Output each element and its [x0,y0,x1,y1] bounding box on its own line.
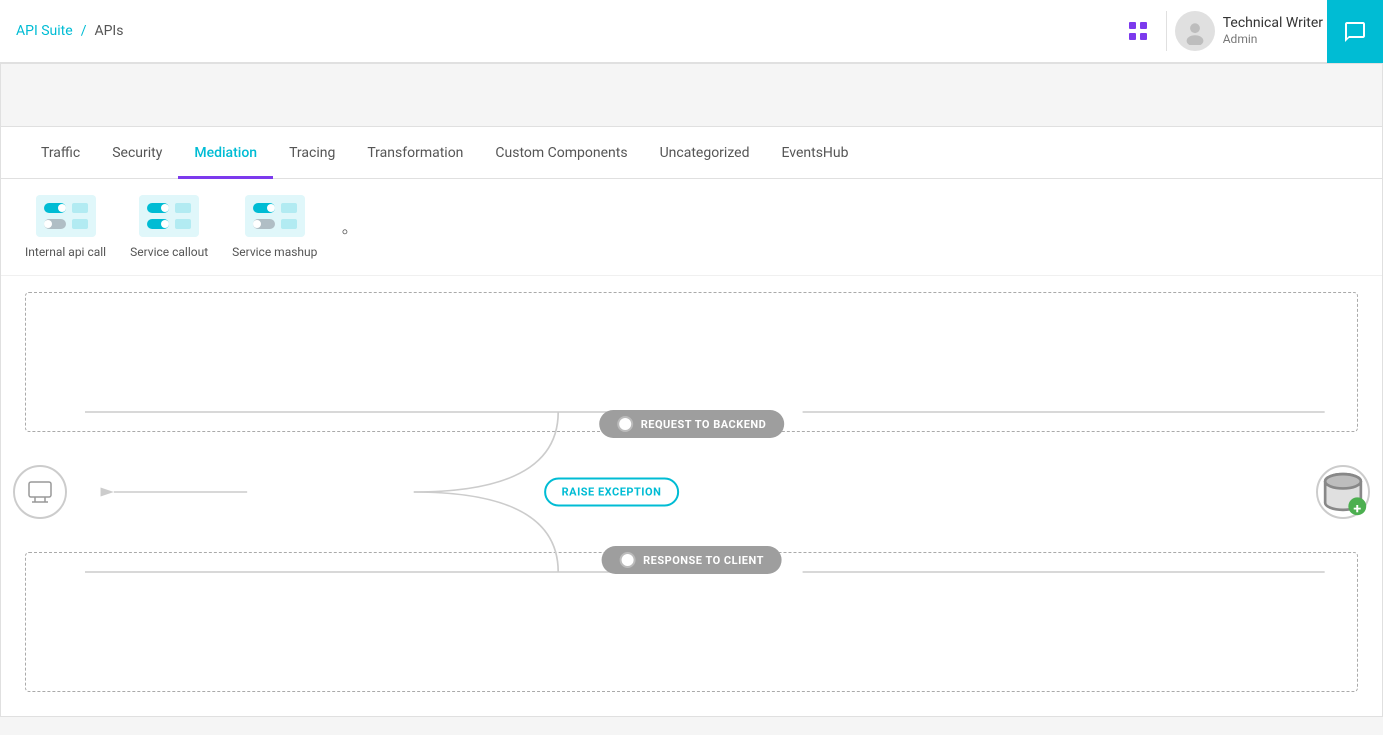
tabs-bar: Traffic Security Mediation Tracing Trans… [1,127,1382,179]
svg-text:+: + [1353,501,1361,517]
user-role: Admin [1223,32,1323,48]
tool-internal-api-call[interactable]: Internal api call [25,195,106,259]
grid-icon[interactable] [1118,11,1158,51]
cursor-indicator: ◦ [341,221,348,241]
avatar [1175,11,1215,51]
response-to-client-pill[interactable]: RESPONSE TO CLIENT [601,546,782,574]
breadcrumb: API Suite / APIs [16,23,123,39]
canvas-area[interactable]: + REQUEST TO BACKEND RESPONSE TO CLIENT … [1,276,1382,716]
tool-label-internal-api-call: Internal api call [25,245,106,259]
tab-eventshub[interactable]: EventsHub [765,127,864,179]
response-pill-label: RESPONSE TO CLIENT [643,554,764,567]
tool-service-callout[interactable]: Service callout [130,195,208,259]
request-pill-label: REQUEST TO BACKEND [641,418,767,431]
tool-service-mashup[interactable]: Service mashup [232,195,317,259]
tab-transformation[interactable]: Transformation [351,127,479,179]
user-name: Technical Writer [1223,14,1323,32]
response-pill-circle [619,552,635,568]
tab-uncategorized[interactable]: Uncategorized [644,127,766,179]
breadcrumb-suite[interactable]: API Suite [16,23,73,39]
request-pill-circle [617,416,633,432]
mediation-toolbar: Internal api call Service callout [1,179,1382,276]
tab-tracing[interactable]: Tracing [273,127,351,179]
tool-label-service-mashup: Service mashup [232,245,317,259]
tab-mediation[interactable]: Mediation [178,127,273,179]
tool-label-service-callout: Service callout [130,245,208,259]
flow-diagram: + REQUEST TO BACKEND RESPONSE TO CLIENT … [25,292,1358,692]
tab-custom-components[interactable]: Custom Components [479,127,643,179]
client-icon [13,465,67,519]
app-header: API Suite / APIs Technical Writer Admin [0,0,1383,63]
raise-exception-pill[interactable]: RAISE EXCEPTION [544,478,680,507]
tab-security[interactable]: Security [96,127,178,179]
header-divider [1166,11,1167,51]
request-to-backend-pill[interactable]: REQUEST TO BACKEND [599,410,785,438]
raise-exception-label: RAISE EXCEPTION [562,486,662,499]
tab-traffic[interactable]: Traffic [25,127,96,179]
tool-icon-service-callout [139,195,199,237]
backend-icon: + [1316,465,1370,519]
breadcrumb-current: APIs [94,23,123,39]
chat-button[interactable] [1327,0,1383,63]
user-info: Technical Writer Admin [1223,14,1323,48]
breadcrumb-separator: / [81,23,87,39]
tool-icon-service-mashup [245,195,305,237]
main-container: Traffic Security Mediation Tracing Trans… [0,63,1383,717]
tool-icon-internal-api-call [36,195,96,237]
top-bar [1,64,1382,127]
